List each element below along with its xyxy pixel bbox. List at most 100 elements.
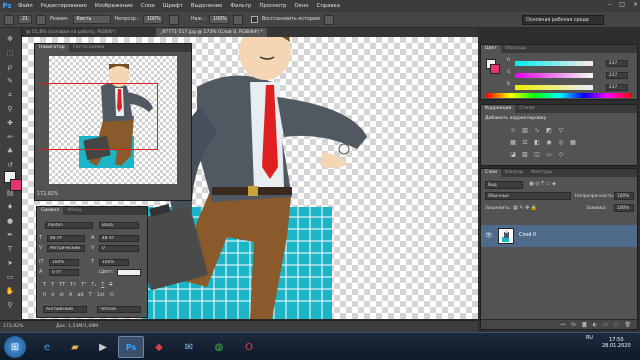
baseline-field[interactable]: 0 пт <box>49 269 79 276</box>
menu-window[interactable]: Окно <box>291 3 313 9</box>
menu-type[interactable]: Шрифт <box>159 3 187 9</box>
explorer-icon[interactable]: ▰ <box>62 336 88 358</box>
levels-icon[interactable]: ▥ <box>521 127 529 135</box>
blend-mode-select[interactable]: Обычные <box>485 192 571 200</box>
app-icon[interactable]: ◆ <box>146 336 172 358</box>
visibility-eye-icon[interactable]: 👁 <box>485 232 493 239</box>
language-indicator[interactable]: RU <box>586 336 593 341</box>
selective-color-icon[interactable]: ◇ <box>557 151 565 159</box>
antialias-select[interactable]: Четкое <box>97 306 141 313</box>
faux-bold-button[interactable]: T <box>43 282 46 288</box>
menu-view[interactable]: Просмотр <box>255 3 290 9</box>
menu-layers[interactable]: Слои <box>137 3 159 9</box>
marquee-tool-icon[interactable]: ⬚ <box>4 48 16 58</box>
tab-styles[interactable]: Стили <box>515 105 538 113</box>
color-lookup-icon[interactable]: ▦ <box>569 139 577 147</box>
tab-channels[interactable]: Каналы <box>501 169 527 177</box>
leading-field[interactable]: 48 пт <box>99 235 139 242</box>
font-style-select[interactable]: Black <box>99 222 139 229</box>
navigator-viewport-box[interactable] <box>39 83 158 150</box>
navigator-zoom[interactable]: 172,92% <box>37 192 58 197</box>
type-tool-icon[interactable]: T <box>4 244 16 254</box>
channel-r-slider[interactable] <box>515 61 593 66</box>
channel-g-value[interactable]: 237 <box>606 72 628 79</box>
tab-navigator[interactable]: Навигатор <box>35 44 69 52</box>
black-white-icon[interactable]: ◧ <box>533 139 541 147</box>
tracking-field[interactable]: 0 <box>99 245 139 252</box>
menu-image[interactable]: Изображение <box>91 3 137 9</box>
superscript-button[interactable]: T¹ <box>81 282 86 288</box>
background-color-swatch[interactable] <box>10 179 22 191</box>
tab-color[interactable]: Цвет <box>481 45 501 53</box>
ie-icon[interactable]: e <box>34 336 60 358</box>
tab-character[interactable]: Символ <box>37 207 64 215</box>
clock[interactable]: 17:50 28.01.2020 <box>602 337 631 349</box>
menu-file[interactable]: Файл <box>14 3 37 9</box>
strikethrough-button[interactable]: T <box>109 282 112 288</box>
mode-select[interactable]: Кисть <box>72 15 111 24</box>
move-tool-icon[interactable]: ✥ <box>4 34 16 44</box>
opacity-field[interactable]: 100% <box>142 15 163 24</box>
all-caps-button[interactable]: TT <box>59 282 65 288</box>
text-color-swatch[interactable] <box>117 269 141 276</box>
font-family-select[interactable]: Panton <box>45 222 93 229</box>
workspace-select[interactable]: Основная рабочая среда <box>522 15 604 25</box>
menu-help[interactable]: Справка <box>313 3 344 9</box>
start-button[interactable]: ⊞ <box>4 336 26 358</box>
fractions-button[interactable]: ½ <box>109 292 114 298</box>
stylistic-button[interactable]: A <box>69 292 72 298</box>
font-size-field[interactable]: 48 пт <box>47 235 85 242</box>
dodge-tool-icon[interactable]: ● <box>4 216 16 226</box>
layer-name[interactable]: Слой 0 <box>519 233 536 238</box>
underline-button[interactable]: T <box>101 282 104 288</box>
media-player-icon[interactable]: ▶ <box>90 336 116 358</box>
tab-layers[interactable]: Слои <box>481 169 501 177</box>
maximize-button[interactable]: □ <box>619 1 625 8</box>
titling-button[interactable]: ad <box>77 292 83 298</box>
tab-swatches[interactable]: Образцы <box>501 45 530 53</box>
minimize-button[interactable]: – <box>608 1 611 8</box>
discretionary-button[interactable]: st <box>59 292 64 298</box>
kerning-field[interactable]: Метрический <box>47 245 85 252</box>
exposure-icon[interactable]: ◩ <box>545 127 553 135</box>
opera-icon[interactable]: O <box>236 336 262 358</box>
invert-icon[interactable]: ◪ <box>509 151 517 159</box>
delete-layer-icon[interactable]: 🗑 <box>625 322 631 328</box>
brush-tool-icon[interactable]: ✏ <box>4 132 16 142</box>
curves-icon[interactable]: ∿ <box>533 127 541 135</box>
tab-paragraph[interactable]: Абзац <box>63 207 85 215</box>
layer-kind-filter[interactable]: Вид <box>485 181 523 189</box>
crop-tool-icon[interactable]: ⌗ <box>4 90 16 100</box>
new-group-icon[interactable]: ▭ <box>603 322 608 328</box>
restore-history-checkbox[interactable] <box>250 16 258 23</box>
stamp-tool-icon[interactable]: ♣ <box>4 146 16 156</box>
airbrush-icon[interactable] <box>232 14 243 25</box>
eyedropper-tool-icon[interactable]: ⚲ <box>4 104 16 114</box>
vibrance-icon[interactable]: ▽ <box>557 127 565 135</box>
gradient-map-icon[interactable]: ▭ <box>545 151 553 159</box>
brightness-icon[interactable]: ☼ <box>509 127 517 135</box>
status-zoom[interactable]: 172,92% <box>3 324 23 329</box>
channel-r-value[interactable]: 237 <box>606 60 628 67</box>
menu-edit[interactable]: Редактирование <box>37 3 91 9</box>
hue-saturation-icon[interactable]: ▦ <box>509 139 517 147</box>
quick-select-tool-icon[interactable]: ✎ <box>4 76 16 86</box>
color-balance-icon[interactable]: ⚖ <box>521 139 529 147</box>
photo-filter-icon[interactable]: ◉ <box>545 139 553 147</box>
healing-tool-icon[interactable]: ✚ <box>4 118 16 128</box>
shape-tool-icon[interactable]: ▭ <box>4 272 16 282</box>
vscale-field[interactable]: 100% <box>49 259 79 266</box>
brush-size-picker[interactable]: 21 <box>18 15 32 24</box>
color-panel-bg-swatch[interactable] <box>490 64 500 74</box>
threshold-icon[interactable]: ◫ <box>533 151 541 159</box>
mail-icon[interactable]: ✉ <box>176 336 202 358</box>
small-caps-button[interactable]: Tт <box>70 282 76 288</box>
status-doc-size[interactable]: Док: 1,53M/1,49M <box>56 324 98 329</box>
layer-row[interactable]: 👁 Слой 0 <box>481 225 637 247</box>
subscript-button[interactable]: T₁ <box>91 282 96 288</box>
tab-histogram[interactable]: Гистограмма <box>69 44 109 52</box>
brush-panel-icon[interactable] <box>36 14 46 25</box>
history-brush-tool-icon[interactable]: ↺ <box>4 160 16 170</box>
lock-icons[interactable]: ▦ ✎ ✥ 🔒 <box>513 205 537 211</box>
channel-b-value[interactable]: 237 <box>606 84 628 91</box>
